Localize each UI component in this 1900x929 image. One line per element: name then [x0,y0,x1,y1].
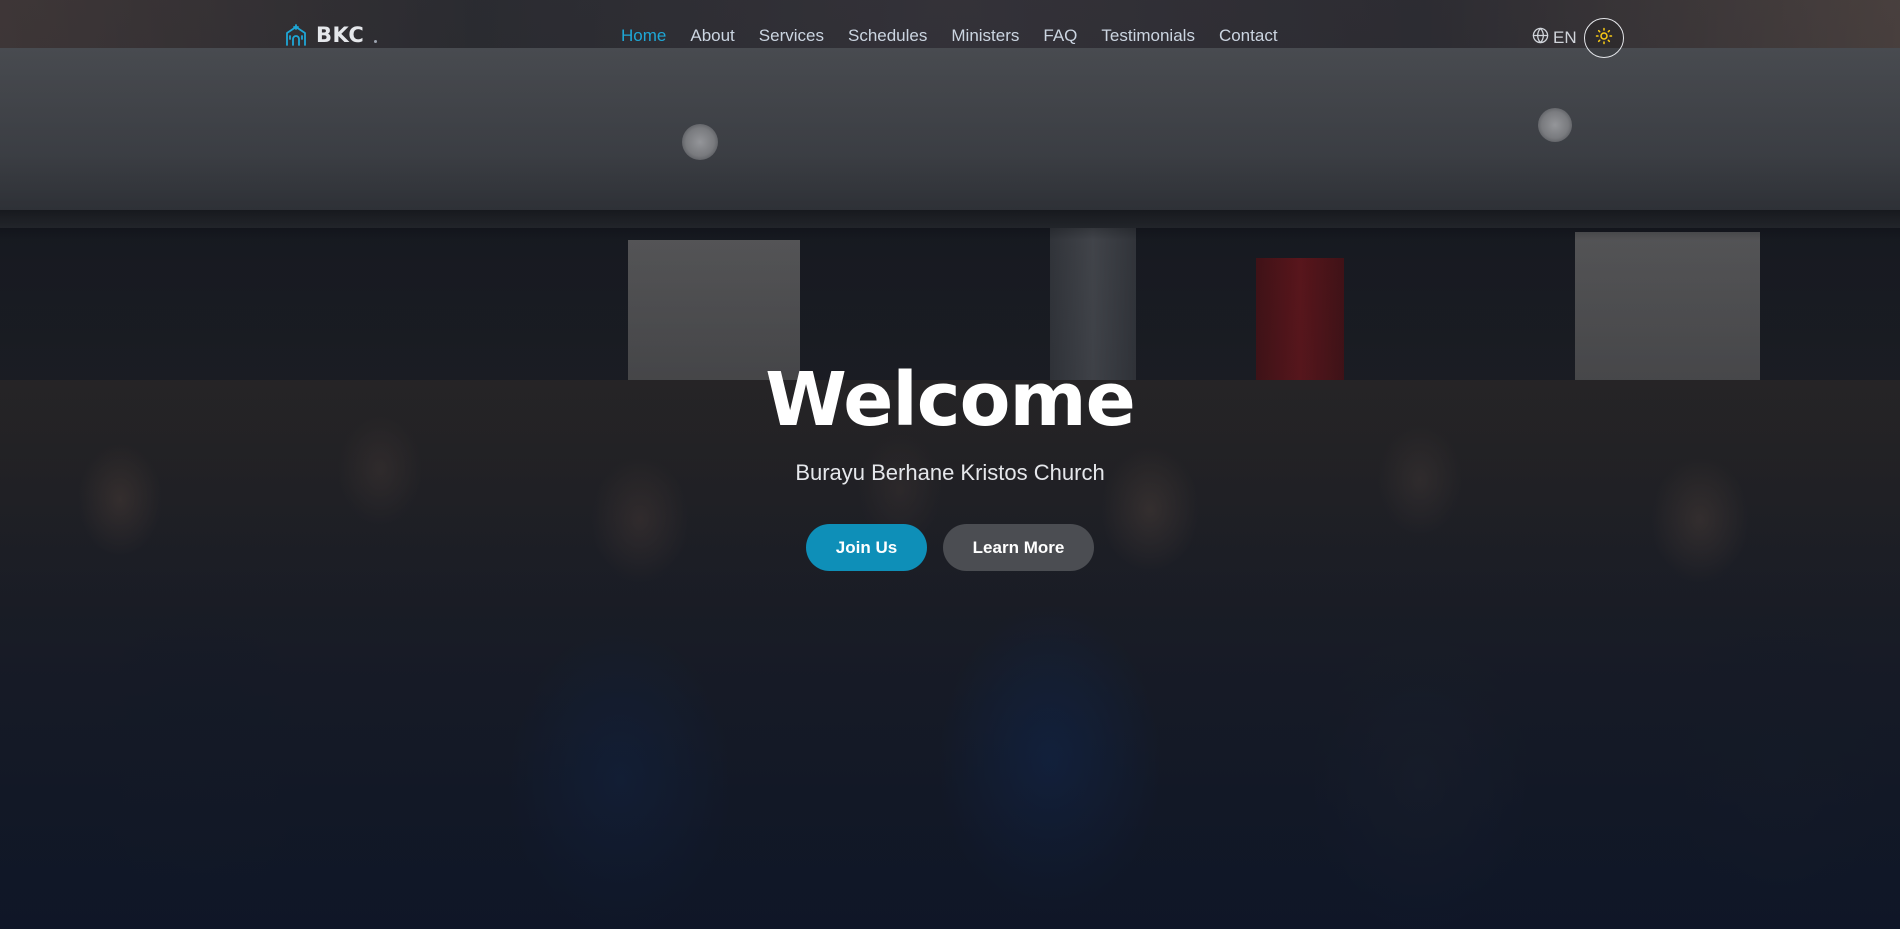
nav-item-about[interactable]: About [690,26,734,45]
nav-item-faq[interactable]: FAQ [1043,26,1077,45]
background-lamp-right [1538,108,1572,142]
language-selector[interactable]: EN [1532,27,1577,49]
background-balcony [0,48,1900,228]
brand-name: BKC [316,23,365,47]
nav-item-schedules[interactable]: Schedules [848,26,927,45]
nav-item-home[interactable]: Home [621,26,666,45]
globe-icon [1532,27,1549,49]
learn-more-button[interactable]: Learn More [943,524,1094,571]
background-lamp-left [682,124,718,160]
hero-buttons: Join Us Learn More [0,524,1900,571]
language-label: EN [1553,28,1577,47]
join-us-button[interactable]: Join Us [806,524,927,571]
nav-item-services[interactable]: Services [759,26,824,45]
hero-title: Welcome [765,357,1136,443]
brand-dot [374,39,378,43]
nav-item-testimonials[interactable]: Testimonials [1101,26,1195,45]
hero-subtitle: Burayu Berhane Kristos Church [795,460,1105,485]
hero-section: BKC Home About Services Schedules Minist… [0,0,1900,929]
navbar: BKC Home About Services Schedules Minist… [0,0,1900,74]
nav-actions: EN [1532,18,1624,58]
brand-logo-link[interactable]: BKC [284,23,378,47]
nav-item-contact[interactable]: Contact [1219,26,1278,45]
theme-toggle-button[interactable] [1583,18,1624,58]
hero-content: Welcome Burayu Berhane Kristos Church Jo… [0,350,1900,571]
church-icon [284,23,308,47]
nav-links: Home About Services Schedules Ministers … [621,26,1278,46]
nav-item-ministers[interactable]: Ministers [951,26,1019,45]
sun-icon [1595,27,1613,50]
background-beam-shadow [0,210,1900,240]
